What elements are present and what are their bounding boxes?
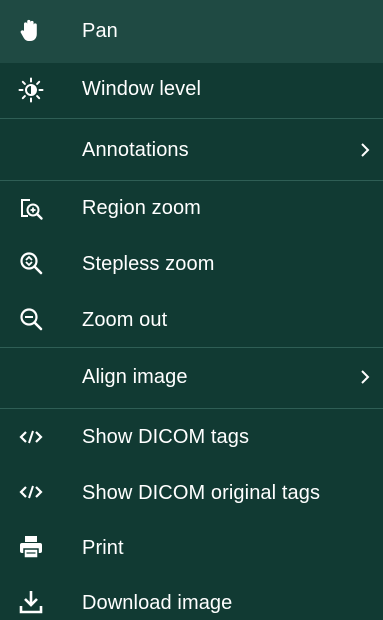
chevron-right-icon — [361, 143, 370, 157]
chevron-right-icon — [361, 370, 370, 384]
menu-item-zoom-out[interactable]: Zoom out — [0, 291, 383, 347]
code-icon — [18, 479, 44, 505]
code-icon — [18, 424, 44, 450]
region-zoom-icon — [18, 196, 44, 222]
menu-item-label: Download image — [82, 592, 233, 614]
menu-item-show-dicom-tags[interactable]: Show DICOM tags — [0, 409, 383, 464]
menu-item-print[interactable]: Print — [0, 520, 383, 575]
menu-item-stepless-zoom[interactable]: Stepless zoom — [0, 236, 383, 291]
zoom-out-icon — [18, 306, 44, 332]
menu-item-label: Window level — [82, 78, 202, 100]
menu-item-label: Region zoom — [82, 197, 201, 219]
menu-item-download-image[interactable]: Download image — [0, 575, 383, 620]
menu-item-label: Annotations — [82, 139, 189, 161]
hand-icon — [18, 18, 44, 44]
menu-item-label: Zoom out — [82, 309, 168, 331]
menu-item-pan[interactable]: Pan — [0, 0, 383, 63]
printer-icon — [18, 534, 44, 560]
download-icon — [18, 589, 44, 615]
sun-icon — [18, 77, 44, 103]
context-menu: Pan Window level Annotations Region zoom… — [0, 0, 383, 620]
menu-item-label: Stepless zoom — [82, 253, 215, 275]
menu-item-label: Show DICOM tags — [82, 426, 250, 448]
menu-item-label: Show DICOM original tags — [82, 482, 321, 504]
menu-item-window-level[interactable]: Window level — [0, 63, 383, 117]
menu-item-region-zoom[interactable]: Region zoom — [0, 181, 383, 236]
menu-item-label: Print — [82, 537, 124, 559]
menu-item-show-dicom-original-tags[interactable]: Show DICOM original tags — [0, 464, 383, 520]
menu-item-label: Pan — [82, 20, 118, 42]
menu-item-annotations[interactable]: Annotations — [0, 119, 383, 180]
menu-item-label: Align image — [82, 366, 188, 388]
menu-item-align-image[interactable]: Align image — [0, 348, 383, 408]
stepless-zoom-icon — [18, 250, 44, 276]
